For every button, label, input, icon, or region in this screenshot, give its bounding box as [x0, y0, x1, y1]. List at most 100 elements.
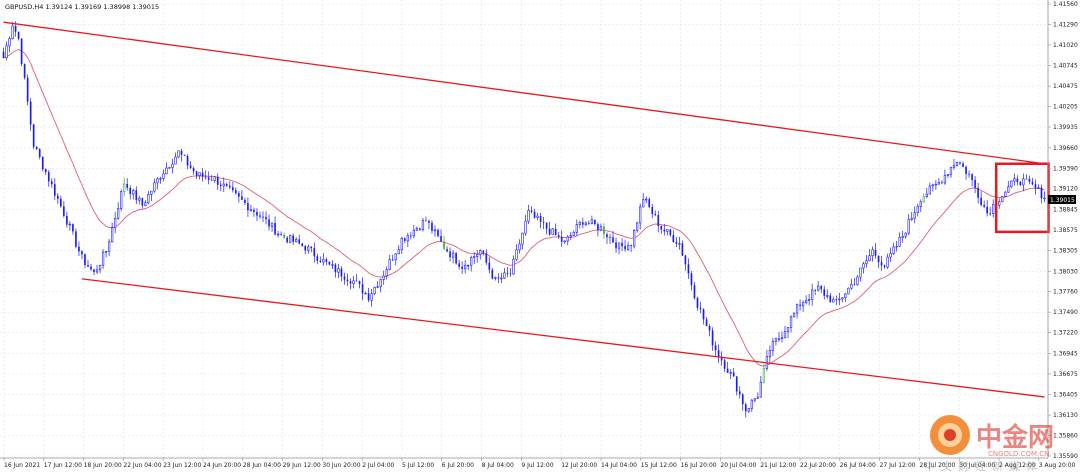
candle-body-up: [786, 327, 790, 332]
candle-body-down: [681, 243, 684, 256]
candle-body-up: [928, 185, 931, 195]
candle-body-down: [443, 241, 445, 250]
candle-body-down: [72, 224, 74, 232]
candle-body-down: [262, 216, 264, 218]
candle-body-up: [901, 235, 904, 238]
candle-body-down: [316, 256, 319, 261]
candle-body-down: [63, 206, 65, 216]
candle-body-down: [651, 207, 654, 214]
candle-body-up: [168, 167, 171, 169]
candle-body-up: [8, 38, 11, 47]
candle-body-down: [594, 219, 596, 225]
candle-body-down: [346, 279, 349, 282]
candle-body-down: [17, 31, 20, 39]
x-tick-label: 23 Jun 12:00: [163, 462, 201, 469]
candle-body-down: [820, 286, 823, 290]
candle-body-down: [732, 372, 735, 377]
candle-body-up: [1043, 197, 1046, 200]
y-tick-label: 1.40205: [1053, 104, 1078, 111]
candle-body-down: [1034, 184, 1037, 189]
candle-body-up: [171, 163, 174, 168]
candle-body-up: [370, 293, 373, 301]
symbol-info: GBPUSD,H4 1.39124 1.39169 1.38998 1.3901…: [5, 3, 159, 11]
candle-body-up: [512, 258, 515, 275]
candle-body-up: [415, 228, 419, 231]
candle-body-down: [216, 176, 219, 185]
candle-body-down: [735, 376, 738, 392]
candle-body-up: [801, 302, 805, 307]
candle-body-up: [780, 337, 784, 339]
candle-body-up: [150, 190, 153, 195]
candle-body-down: [50, 181, 53, 185]
candle-body-down: [60, 198, 62, 207]
y-tick-label: 1.37760: [1053, 289, 1078, 296]
candle-body-up: [500, 277, 503, 280]
y-tick-label: 1.36945: [1053, 350, 1078, 357]
candle-body-down: [343, 276, 346, 280]
candle-body-up: [120, 191, 123, 209]
candle-body-up: [946, 174, 950, 176]
candle-body-down: [225, 184, 228, 186]
candle-body-down: [874, 249, 877, 256]
candle-body-up: [666, 229, 669, 232]
candle-body-up: [123, 183, 126, 192]
candle-body-down: [630, 245, 632, 247]
candle-body-up: [856, 276, 859, 285]
y-tick-label: 1.37490: [1053, 309, 1078, 316]
candle-body-down: [702, 309, 705, 320]
candle-body-up: [331, 264, 334, 266]
candle-body-down: [1016, 178, 1019, 182]
candle-body-down: [615, 242, 617, 249]
candle-body-up: [322, 259, 325, 263]
candle-body-down: [410, 235, 412, 237]
candle-body-down: [1028, 178, 1031, 182]
candle-body-down: [195, 171, 198, 176]
x-tick-label: 9 Jul 12:00: [521, 462, 553, 469]
candle-body-down: [506, 272, 509, 274]
candle-body-up: [645, 198, 648, 201]
candle-body-up: [388, 259, 391, 271]
y-tick-label: 1.37220: [1053, 330, 1078, 337]
coin-center-icon: [944, 429, 956, 441]
candle-body-down: [47, 172, 50, 182]
candle-body-down: [419, 228, 421, 230]
candle-body-down: [141, 198, 144, 206]
candle-body-down: [560, 236, 563, 242]
candle-body-up: [213, 176, 216, 181]
x-tick-label: 12 Jul 20:00: [561, 462, 597, 469]
candle-body-down: [1019, 181, 1022, 185]
candle-body-down: [669, 229, 672, 236]
candle-body-down: [301, 243, 304, 246]
candle-body-up: [907, 219, 910, 234]
candle-body-down: [814, 289, 817, 291]
candle-body-down: [597, 224, 599, 230]
candle-body-up: [904, 232, 907, 237]
candle-body-down: [286, 237, 288, 243]
candle-body-down: [648, 199, 651, 208]
y-tick-label: 1.38305: [1053, 247, 1078, 254]
candle-body-up: [952, 165, 956, 168]
candle-body-up: [871, 249, 874, 256]
candle-body-up: [1010, 180, 1013, 188]
candle-body-down: [274, 223, 276, 235]
y-tick-label: 1.39660: [1053, 145, 1078, 152]
candle-body-up: [599, 226, 603, 231]
x-tick-label: 2 Jul 04:00: [362, 462, 394, 469]
candle-body-down: [497, 277, 500, 279]
candle-body-up: [198, 172, 201, 176]
candle-body-up: [636, 222, 639, 231]
candle-body-up: [913, 212, 916, 219]
candle-body-up: [847, 287, 850, 295]
candle-body-up: [777, 338, 781, 340]
candle-body-down: [84, 254, 86, 266]
candle-body-down: [355, 280, 358, 282]
candle-body-down: [696, 298, 699, 308]
candle-body-up: [747, 408, 750, 412]
candle-body-down: [684, 255, 687, 265]
candle-body-up: [795, 304, 799, 314]
candle-body-down: [2, 51, 5, 58]
candle-body-down: [959, 162, 961, 164]
candle-body-up: [898, 237, 901, 247]
x-tick-label: 15 Jul 12:00: [641, 462, 677, 469]
candle-body-up: [832, 299, 835, 303]
